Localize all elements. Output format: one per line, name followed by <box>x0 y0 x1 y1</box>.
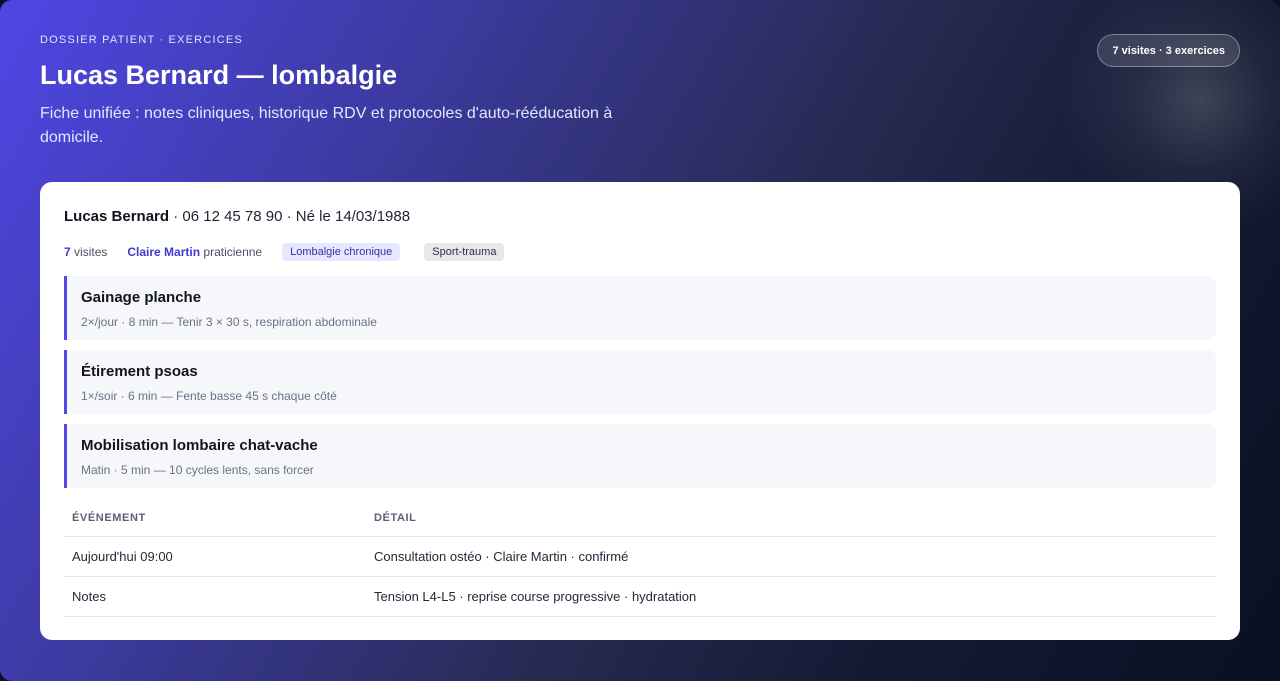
visits-count: 7 visites <box>64 245 107 259</box>
tag-sport-trauma[interactable]: Sport-trauma <box>424 243 505 261</box>
patient-card: Lucas Bernard · 06 12 45 78 90 · Né le 1… <box>40 182 1240 640</box>
table-cell-event: Aujourd'hui 09:00 <box>64 536 366 577</box>
table-row[interactable]: Notes Tension L4-L5 · reprise course pro… <box>64 576 1216 617</box>
exercise-item[interactable]: Étirement psoas 1×/soir · 6 min — Fente … <box>64 350 1216 414</box>
exercise-item[interactable]: Gainage planche 2×/jour · 8 min — Tenir … <box>64 276 1216 340</box>
eyebrow-label: DOSSIER PATIENT · EXERCICES <box>40 34 243 46</box>
table-row[interactable]: Aujourd'hui 09:00 Consultation ostéo · C… <box>64 536 1216 577</box>
patient-contact: · 06 12 45 78 90 · Né le 14/03/1988 <box>169 208 411 225</box>
column-header-event: ÉVÉNEMENT <box>64 502 366 537</box>
visits-number: 7 <box>64 245 71 259</box>
app-frame: DOSSIER PATIENT · EXERCICES Lucas Bernar… <box>0 0 1280 681</box>
events-table: ÉVÉNEMENT DÉTAIL Aujourd'hui 09:00 Consu… <box>64 502 1216 617</box>
hero-header: DOSSIER PATIENT · EXERCICES Lucas Bernar… <box>40 34 680 150</box>
exercise-detail: 1×/soir · 6 min — Fente basse 45 s chaqu… <box>81 389 337 403</box>
page-title: Lucas Bernard — lombalgie <box>40 60 398 90</box>
exercise-title: Gainage planche <box>81 289 202 306</box>
patient-meta: 7 visites Claire Martin praticienne Lomb… <box>64 242 1216 262</box>
table-header-row: ÉVÉNEMENT DÉTAIL <box>64 502 1216 537</box>
exercise-title: Mobilisation lombaire chat-vache <box>81 437 318 454</box>
patient-name: Lucas Bernard <box>64 208 170 225</box>
page-subtitle: Fiche unifiée : notes cliniques, histori… <box>40 105 613 146</box>
practitioner: Claire Martin praticienne <box>127 245 262 259</box>
exercise-title: Étirement psoas <box>81 363 198 380</box>
tag-lombalgie[interactable]: Lombalgie chronique <box>282 243 401 261</box>
column-header-detail: DÉTAIL <box>366 502 1216 537</box>
exercise-item[interactable]: Mobilisation lombaire chat-vache Matin ·… <box>64 424 1216 488</box>
practitioner-name[interactable]: Claire Martin <box>127 245 200 259</box>
practitioner-role: praticienne <box>200 245 263 259</box>
exercise-detail: 2×/jour · 8 min — Tenir 3 × 30 s, respir… <box>81 315 377 329</box>
exercise-list: Gainage planche 2×/jour · 8 min — Tenir … <box>64 276 1216 488</box>
summary-badge: 7 visites · 3 exercices <box>1097 34 1240 67</box>
table-cell-event: Notes <box>64 576 366 617</box>
visits-label: visites <box>70 245 108 259</box>
table-cell-detail: Tension L4-L5 · reprise course progressi… <box>366 576 1216 617</box>
patient-identity: Lucas Bernard · 06 12 45 78 90 · Né le 1… <box>64 208 1216 228</box>
table-cell-detail: Consultation ostéo · Claire Martin · con… <box>366 536 1216 577</box>
exercise-detail: Matin · 5 min — 10 cycles lents, sans fo… <box>81 463 314 477</box>
